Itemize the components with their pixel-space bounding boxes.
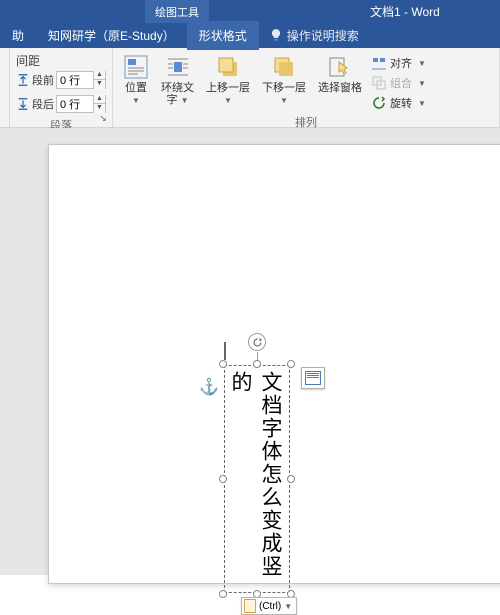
text-box-content[interactable]: 文档字体怎么变成竖的 — [228, 369, 286, 589]
chevron-down-icon: ▼ — [418, 99, 426, 108]
resize-handle-w[interactable] — [219, 475, 227, 483]
contextual-tab-label: 绘图工具 — [145, 0, 209, 23]
spacing-before-icon — [16, 73, 30, 87]
layout-options-icon — [305, 371, 321, 385]
tell-me-search[interactable]: 操作说明搜索 — [269, 27, 359, 44]
align-icon — [372, 56, 386, 70]
rotate-handle[interactable] — [248, 333, 266, 351]
group-button: 组合 ▼ — [370, 74, 428, 92]
spacing-after-input[interactable]: ▲▼ — [56, 95, 106, 113]
send-backward-button[interactable]: 下移一层 ▼ — [258, 52, 310, 107]
paragraph-dialog-launcher[interactable]: ↘ — [97, 112, 109, 124]
wrap-text-button[interactable]: 环绕文字 ▼ — [157, 52, 198, 109]
group-arrange: 位置 ▼ 环绕文字 ▼ 上移一层 ▼ 下移一层 — [113, 48, 500, 127]
spacing-before-row: 段前 ▲▼ — [16, 71, 106, 89]
window-title: 文档1 - Word — [370, 3, 440, 20]
spacing-before-input[interactable]: ▲▼ — [56, 71, 106, 89]
spin-up-icon[interactable]: ▲ — [93, 95, 105, 104]
send-backward-label: 下移一层 — [262, 82, 306, 94]
spin-up-icon[interactable]: ▲ — [93, 71, 105, 80]
wrap-text-icon — [165, 54, 191, 80]
chevron-down-icon: ▼ — [418, 59, 426, 68]
selection-pane-label: 选择窗格 — [318, 82, 362, 94]
spacing-after-row: 段后 ▲▼ — [16, 95, 106, 113]
chevron-down-icon: ▼ — [224, 96, 232, 105]
position-label: 位置 — [125, 82, 147, 94]
resize-handle-nw[interactable] — [219, 360, 227, 368]
chevron-down-icon: ▼ — [280, 96, 288, 105]
tab-help[interactable]: 助 — [0, 21, 36, 50]
spacing-before-field[interactable] — [57, 74, 93, 86]
align-label: 对齐 — [390, 55, 412, 71]
bring-forward-button[interactable]: 上移一层 ▼ — [202, 52, 254, 107]
align-button[interactable]: 对齐 ▼ — [370, 54, 428, 72]
spacing-after-label: 段后 — [32, 96, 54, 112]
ribbon-left-cut — [0, 48, 10, 127]
spin-down-icon[interactable]: ▼ — [93, 80, 105, 89]
bring-forward-label: 上移一层 — [206, 82, 250, 94]
tab-shape-format[interactable]: 形状格式 — [187, 21, 259, 50]
rotate-button[interactable]: 旋转 ▼ — [370, 94, 428, 112]
selection-pane-icon — [327, 54, 353, 80]
layout-options-button[interactable] — [301, 367, 325, 389]
chevron-down-icon: ▼ — [284, 602, 292, 611]
ribbon: 间距 段前 ▲▼ 段后 ▲▼ — [0, 48, 500, 128]
rotate-icon — [372, 96, 386, 110]
resize-handle-n[interactable] — [253, 360, 261, 368]
resize-handle-sw[interactable] — [219, 590, 227, 598]
lightbulb-icon — [269, 28, 283, 42]
resize-handle-ne[interactable] — [287, 360, 295, 368]
spacing-heading: 间距 — [16, 52, 106, 69]
anchor-icon[interactable]: ⚓ — [199, 377, 219, 397]
chevron-down-icon: ▼ — [418, 79, 426, 88]
ctrl-label: (Ctrl) — [259, 601, 281, 612]
title-bar: 绘图工具 文档1 - Word — [0, 0, 500, 22]
resize-handle-e[interactable] — [287, 475, 295, 483]
spacing-after-icon — [16, 97, 30, 111]
page[interactable]: ⚓ 文档字体怎么变成竖的 (Ctrl) ▼ — [48, 144, 500, 584]
group-icon — [372, 76, 386, 90]
tab-estudy[interactable]: 知网研学（原E-Study） — [36, 21, 187, 50]
spacing-after-field[interactable] — [57, 98, 93, 110]
clipboard-icon — [244, 599, 256, 613]
tell-me-label: 操作说明搜索 — [287, 27, 359, 44]
spacing-before-label: 段前 — [32, 72, 54, 88]
paste-options-smarttag[interactable]: (Ctrl) ▼ — [241, 597, 297, 615]
rotate-handle-icon — [252, 337, 263, 348]
send-backward-icon — [271, 54, 297, 80]
chevron-down-icon: ▼ — [132, 96, 140, 105]
wrap-text-label: 环绕文字 ▼ — [161, 82, 194, 107]
group-paragraph: 间距 段前 ▲▼ 段后 ▲▼ — [10, 48, 113, 127]
group-label: 组合 — [390, 75, 412, 91]
text-box-selected[interactable]: 文档字体怎么变成竖的 — [224, 365, 290, 593]
position-button[interactable]: 位置 ▼ — [119, 52, 153, 107]
bring-forward-icon — [215, 54, 241, 80]
document-area[interactable]: ⚓ 文档字体怎么变成竖的 (Ctrl) ▼ — [0, 128, 500, 575]
rotate-label: 旋转 — [390, 95, 412, 111]
selection-pane-button[interactable]: 选择窗格 — [314, 52, 366, 96]
position-icon — [123, 54, 149, 80]
ribbon-tabs: 助 知网研学（原E-Study） 形状格式 操作说明搜索 — [0, 22, 500, 48]
text-cursor — [224, 342, 226, 360]
